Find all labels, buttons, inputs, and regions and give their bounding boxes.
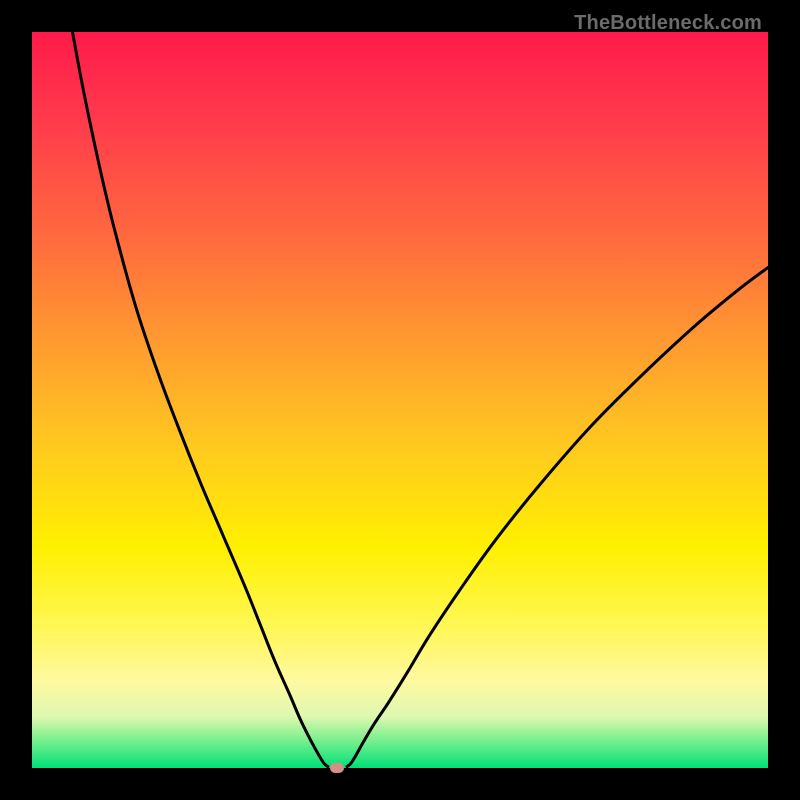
- attribution-text: TheBottleneck.com: [574, 12, 762, 35]
- min-marker: [330, 763, 344, 773]
- plot-area: [32, 32, 768, 768]
- chart-container: TheBottleneck.com: [0, 0, 800, 800]
